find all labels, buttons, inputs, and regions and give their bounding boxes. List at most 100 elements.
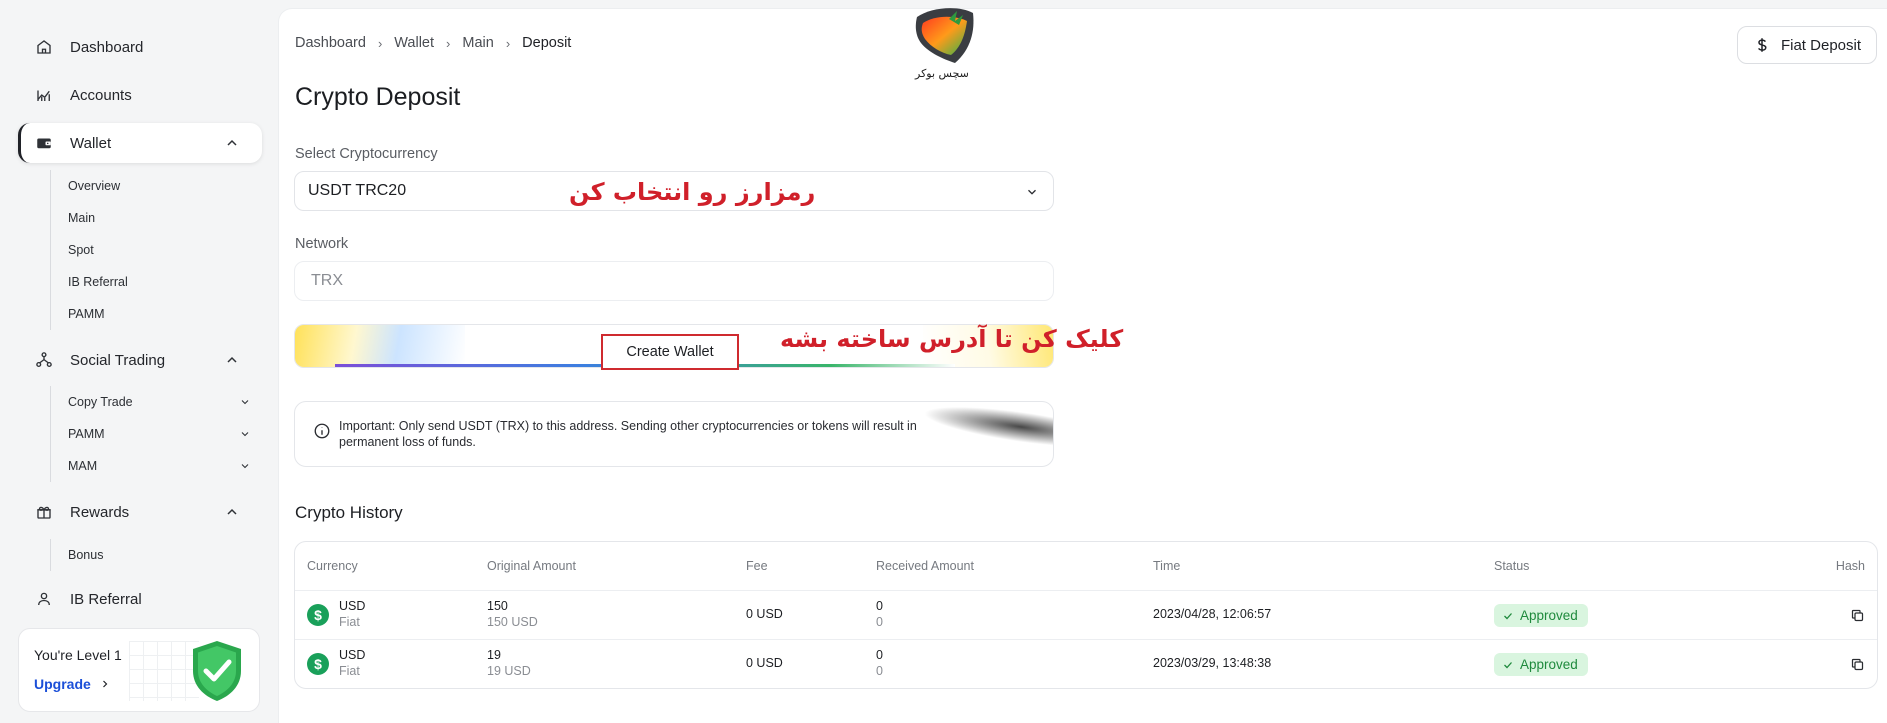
wallet-icon [34,133,54,153]
breadcrumb-main[interactable]: Main [462,35,493,51]
chevron-down-icon[interactable] [239,460,251,472]
table-row: $ USD Fiat 19 19 USD 0 USD 0 0 2023/03/2… [295,640,1877,688]
sidebar-item-label: Social Trading [70,351,166,369]
time-value: 2023/04/28, 12:06:57 [1153,607,1272,621]
breadcrumb-deposit: Deposit [522,35,572,51]
original-amount-sub: 150 USD [487,615,538,629]
social-trading-submenu: Copy Trade PAMM MAM [50,386,261,482]
currency-type: Fiat [339,615,360,629]
sidebar-subitem-main[interactable]: Main [51,202,261,234]
breadcrumb-dashboard[interactable]: Dashboard [295,35,366,51]
original-amount: 19 [487,648,501,662]
copy-icon[interactable] [1850,657,1865,672]
fee-value: 0 USD [746,607,783,621]
crypto-select-label: Select Cryptocurrency [295,146,438,162]
crypto-history-title: Crypto History [295,503,403,522]
chart-icon [34,85,54,105]
column-header-currency: Currency [307,559,358,573]
crypto-history-table: Currency Original Amount Fee Received Am… [294,541,1878,689]
sidebar-subitem-pamm[interactable]: PAMM [51,298,261,330]
wallet-submenu: Overview Main Spot IB Referral PAMM [50,170,261,330]
sidebar-subitem-overview[interactable]: Overview [51,170,261,202]
received-amount-sub: 0 [876,664,883,678]
copy-icon[interactable] [1850,608,1865,623]
chevron-up-icon[interactable] [224,504,240,520]
network-icon [34,350,54,370]
user-icon [34,589,54,609]
page-title: Crypto Deposit [295,83,461,111]
sidebar-item-dashboard[interactable]: Dashboard [18,27,262,67]
chevron-down-icon[interactable] [239,396,251,408]
sidebar-subitem-spot[interactable]: Spot [51,234,261,266]
dollar-coin-icon: $ [307,653,329,675]
currency-name: USD [339,648,366,662]
network-field-value: TRX [311,272,343,289]
sidebar-item-rewards[interactable]: Rewards [18,492,262,532]
column-header-received-amount: Received Amount [876,559,974,573]
logo-text: سچس بوکر [915,67,969,80]
chevron-up-icon[interactable] [224,135,240,151]
sidebar-subitem-ib-referral[interactable]: IB Referral [51,266,261,298]
sidebar-subitem-bonus[interactable]: Bonus [51,539,261,571]
received-amount: 0 [876,648,883,662]
sidebar-item-wallet[interactable]: Wallet [18,123,262,163]
breadcrumb-wallet[interactable]: Wallet [394,35,434,51]
chevron-right-icon: › [377,35,383,51]
currency-name: USD [339,599,366,613]
sidebar: Dashboard Accounts Wallet Overview Main … [0,0,278,723]
shield-check-icon [193,641,241,701]
status-badge: Approved [1494,653,1588,676]
network-label: Network [295,236,349,252]
sidebar-item-label: Wallet [70,134,112,152]
chevron-right-icon [102,680,108,688]
annotation-create-wallet: کلیک کن تا آدرس ساخته بشه [780,325,1124,353]
fee-value: 0 USD [746,656,783,670]
table-row: $ USD Fiat 150 150 USD 0 USD 0 0 2023/04… [295,591,1877,640]
important-notice: Important: Only send USDT (TRX) to this … [294,401,1054,467]
level-card: You're Level 1 Upgrade [18,628,260,712]
gift-icon [34,502,54,522]
time-value: 2023/03/29, 13:48:38 [1153,656,1272,670]
sidebar-item-social-trading[interactable]: Social Trading [18,340,262,380]
sidebar-item-label: Accounts [70,86,132,104]
check-icon [1504,612,1512,619]
upgrade-link[interactable]: Upgrade [34,676,111,692]
sidebar-subitem-copy-trade[interactable]: Copy Trade [51,386,261,418]
info-icon [314,423,330,439]
sidebar-item-accounts[interactable]: Accounts [18,75,262,115]
chevron-up-icon[interactable] [224,352,240,368]
sidebar-item-label: Dashboard [70,38,144,56]
level-title: You're Level 1 [34,647,122,663]
sidebar-item-label: IB Referral [70,590,142,608]
table-header: Currency Original Amount Fee Received Am… [295,542,1877,591]
fiat-deposit-button[interactable]: Fiat Deposit [1737,26,1877,64]
breadcrumb: Dashboard › Wallet › Main › Deposit [295,35,571,51]
column-header-original-amount: Original Amount [487,559,576,573]
column-header-status: Status [1494,559,1530,573]
sidebar-subitem-mam[interactable]: MAM [51,450,261,482]
dollar-coin-icon: $ [307,604,329,626]
sidebar-item-ib-referral[interactable]: IB Referral [18,579,262,619]
sidebar-subitem-pamm[interactable]: PAMM [51,418,261,450]
chevron-right-icon: › [505,35,511,51]
annotation-select-crypto: رمزارز رو انتخاب کن [569,178,816,206]
cryptocurrency-select-value: USDT TRC20 [308,182,407,199]
column-header-hash: Hash [1835,559,1865,573]
main-panel: Dashboard › Wallet › Main › Deposit سچس … [278,8,1887,723]
status-badge: Approved [1494,604,1588,627]
sidebar-item-label: Rewards [70,503,130,521]
currency-type: Fiat [339,664,360,678]
original-amount-sub: 19 USD [487,664,531,678]
notice-text: Important: Only send USDT (TRX) to this … [339,419,917,449]
original-amount: 150 [487,599,508,613]
check-icon [1504,661,1512,668]
chevron-down-icon[interactable] [239,428,251,440]
received-amount: 0 [876,599,883,613]
rewards-submenu: Bonus [50,539,261,571]
home-icon [34,37,54,57]
dollar-icon [1757,38,1767,52]
column-header-fee: Fee [746,559,768,573]
chevron-down-icon [1028,189,1036,195]
column-header-time: Time [1153,559,1181,573]
create-wallet-button[interactable]: Create Wallet [601,334,739,370]
